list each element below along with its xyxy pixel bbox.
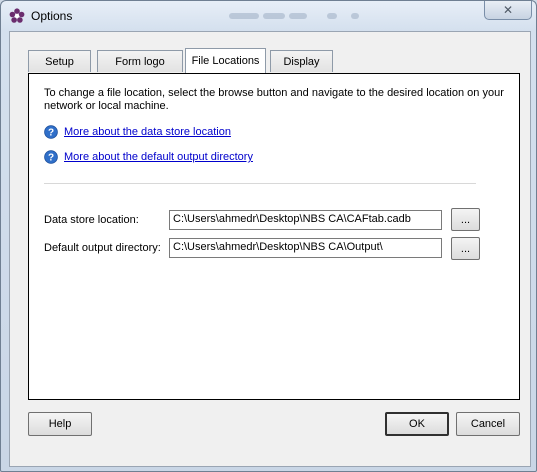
tab-file-locations[interactable]: File Locations — [185, 48, 266, 73]
svg-text:?: ? — [48, 128, 54, 139]
help-link-row-output-dir: ? More about the default output director… — [44, 150, 253, 164]
title-bar[interactable]: Options ✕ — [1, 1, 536, 31]
browse-data-store-button[interactable]: ... — [451, 208, 480, 231]
tab-label: Setup — [45, 55, 74, 68]
blurred-background-text — [351, 13, 359, 19]
question-circle-icon: ? — [44, 125, 58, 139]
blurred-background-text — [263, 13, 285, 19]
close-icon: ✕ — [502, 3, 514, 17]
default-output-directory-label: Default output directory: — [44, 242, 161, 254]
default-output-directory-link[interactable]: More about the default output directory — [64, 151, 253, 163]
help-button[interactable]: Help — [28, 412, 92, 436]
blurred-background-text — [229, 13, 259, 19]
help-link-row-data-store: ? More about the data store location — [44, 125, 231, 139]
tab-label: Form logo — [115, 55, 165, 68]
svg-text:?: ? — [48, 153, 54, 164]
ok-button[interactable]: OK — [385, 412, 449, 436]
intro-text: To change a file location, select the br… — [44, 87, 504, 112]
data-store-location-link[interactable]: More about the data store location — [64, 126, 231, 138]
tab-setup[interactable]: Setup — [28, 50, 91, 72]
question-circle-icon: ? — [44, 150, 58, 164]
data-store-location-field[interactable]: C:\Users\ahmedr\Desktop\NBS CA\CAFtab.ca… — [169, 210, 442, 230]
file-locations-panel: To change a file location, select the br… — [28, 73, 520, 400]
purple-flower-icon — [9, 8, 25, 23]
divider — [44, 183, 476, 184]
data-store-location-label: Data store location: — [44, 214, 139, 226]
window-title: Options — [31, 9, 73, 23]
tab-form-logo[interactable]: Form logo — [97, 50, 183, 72]
dialog-body: Setup Form logo File Locations Display T… — [9, 31, 531, 467]
close-button[interactable]: ✕ — [484, 1, 532, 20]
blurred-background-text — [289, 13, 307, 19]
blurred-background-text — [327, 13, 337, 19]
options-dialog: Options ✕ Setup Form logo File Locations… — [0, 0, 537, 472]
default-output-directory-field[interactable]: C:\Users\ahmedr\Desktop\NBS CA\Output\ — [169, 238, 442, 258]
browse-output-directory-button[interactable]: ... — [451, 237, 480, 260]
tab-label: File Locations — [191, 55, 260, 67]
tab-label: Display — [283, 55, 320, 68]
tab-display[interactable]: Display — [270, 50, 333, 72]
cancel-button[interactable]: Cancel — [456, 412, 520, 436]
